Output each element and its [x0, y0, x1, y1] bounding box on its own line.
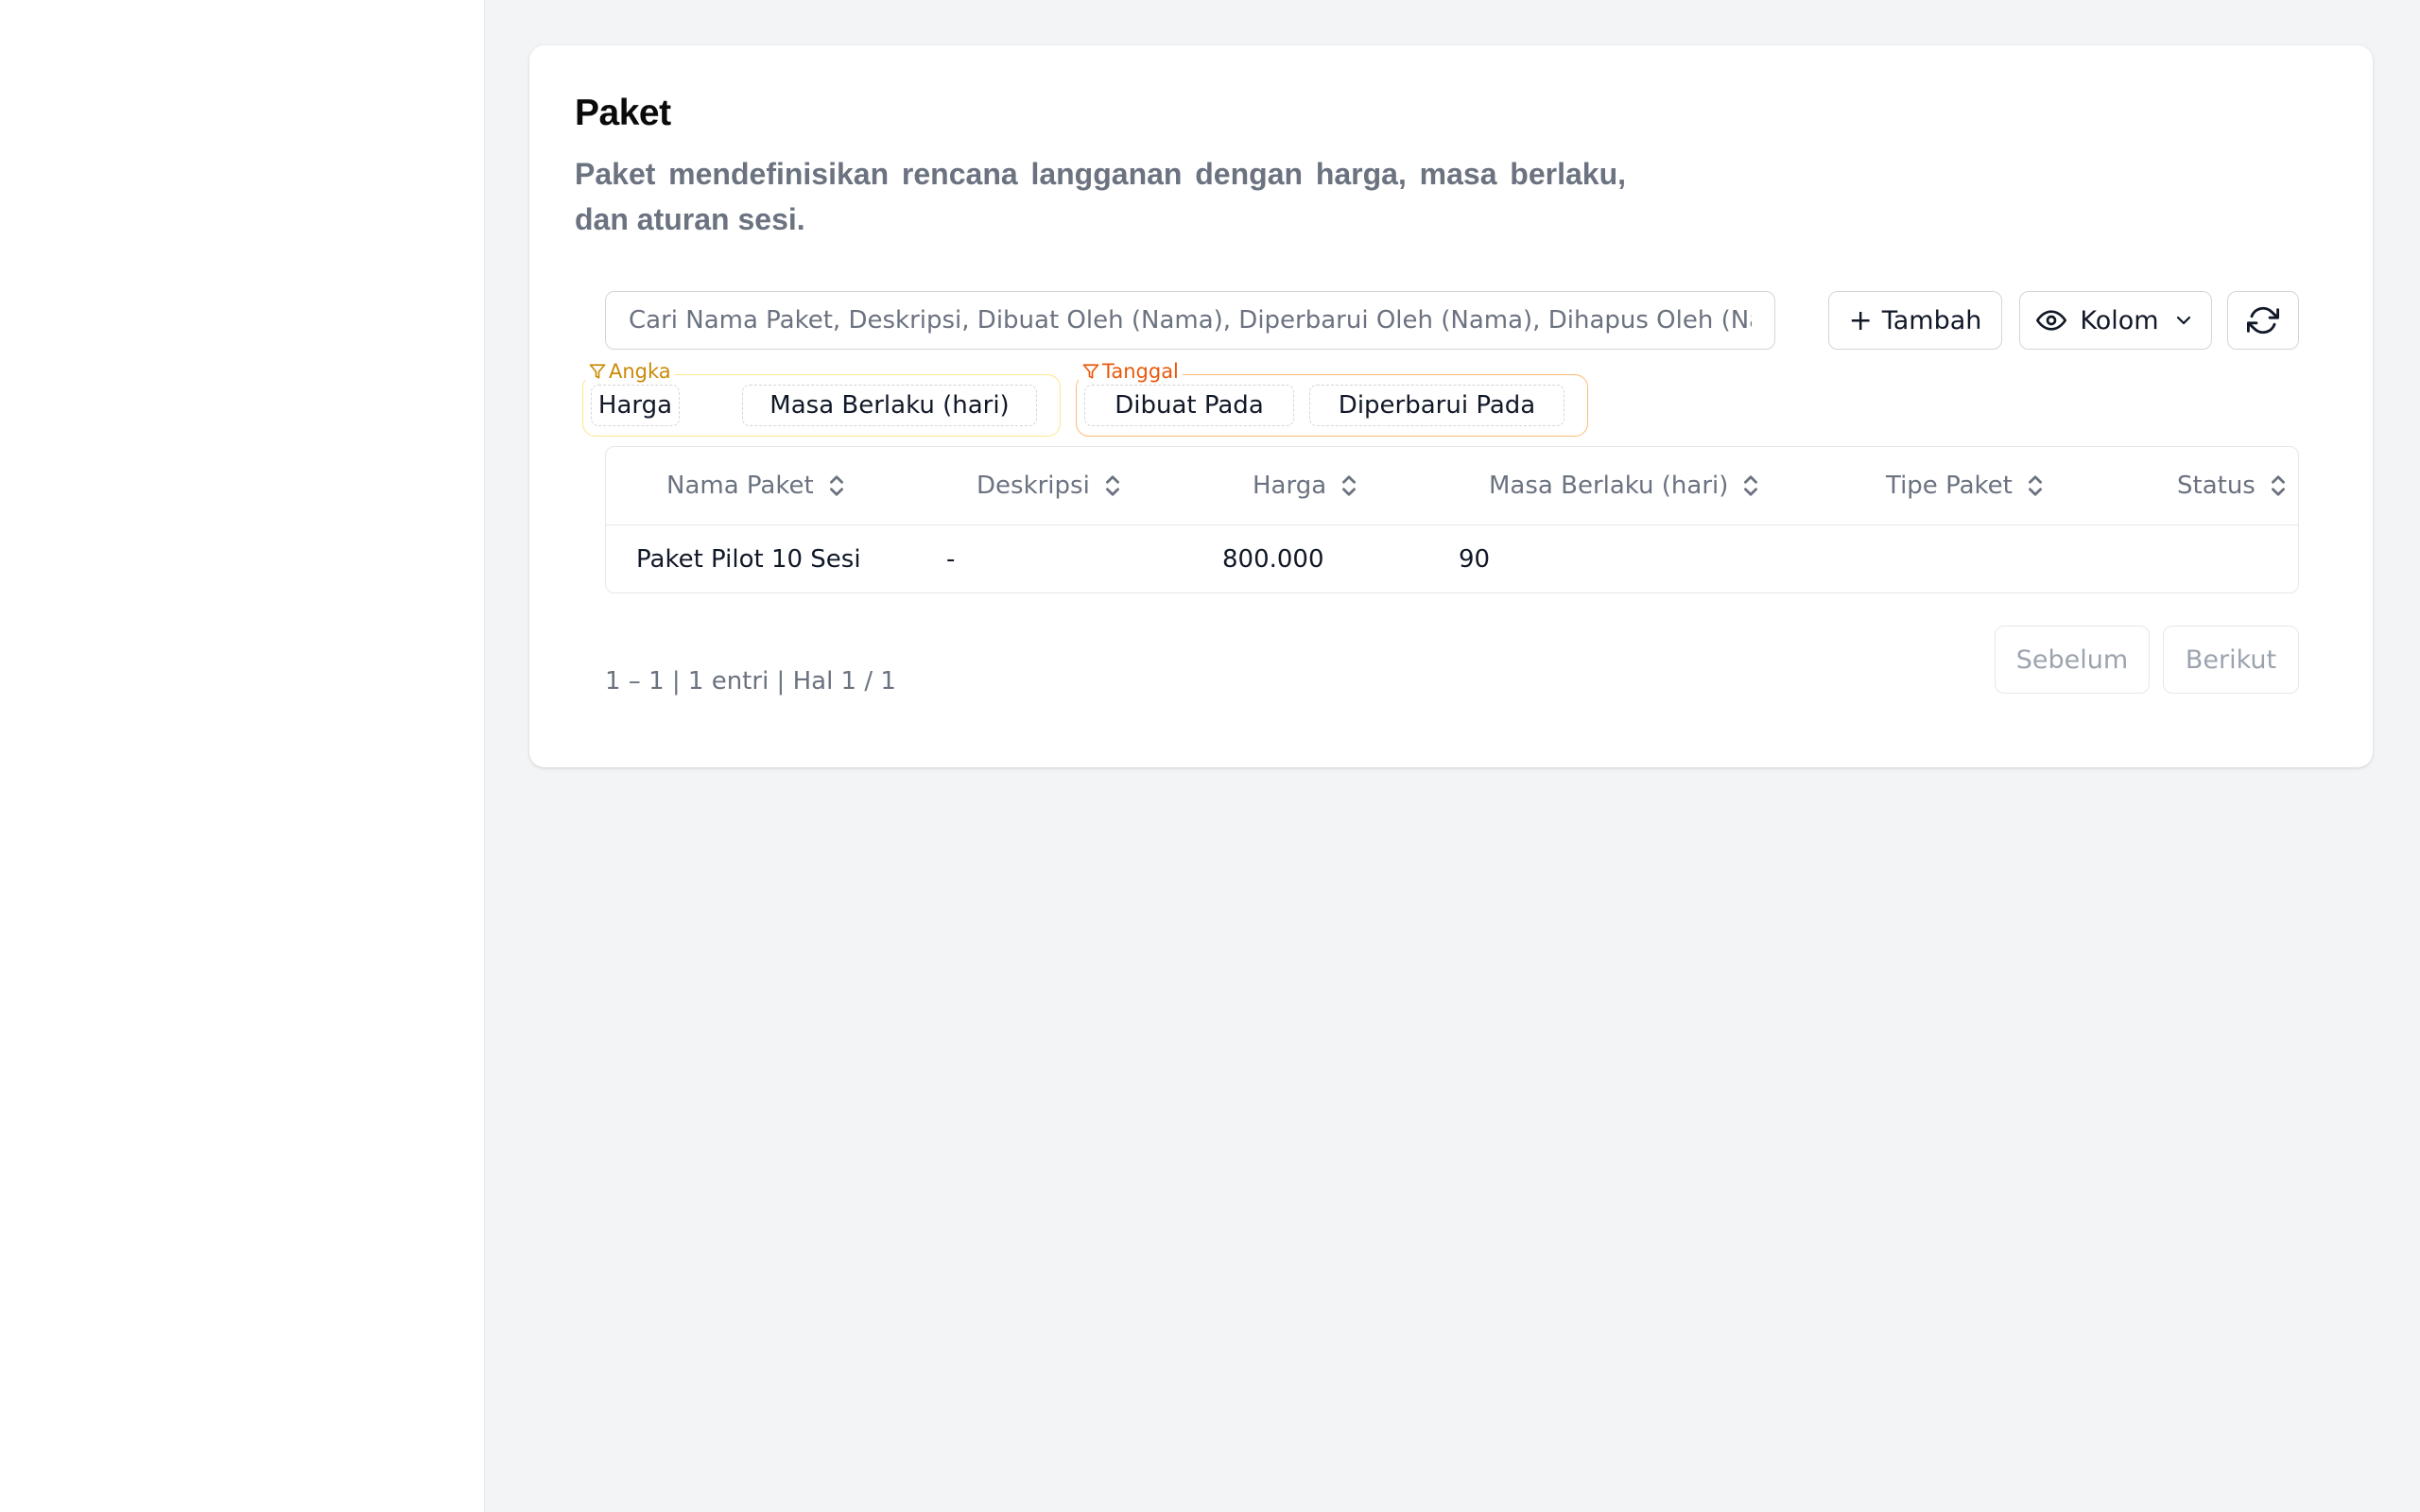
cell-masa-berlaku: 90 [1459, 545, 1491, 574]
number-filter-group: Angka Harga Masa Berlaku (hari) [582, 360, 1061, 437]
sort-icon [1744, 475, 1758, 496]
column-header-nama-paket[interactable]: Nama Paket [666, 447, 846, 524]
filter-chip-masa-berlaku[interactable]: Masa Berlaku (hari) [742, 385, 1037, 426]
content-card: Paket Paket mendefinisikan rencana langg… [529, 45, 2373, 767]
date-filter-label: Tanggal [1079, 360, 1183, 383]
add-button-label: Tambah [1881, 305, 1982, 335]
sidebar [0, 0, 485, 1512]
next-page-button[interactable]: Berikut [2163, 626, 2299, 694]
cell-nama-paket: Paket Pilot 10 Sesi [636, 545, 861, 574]
column-header-status[interactable]: Status [2177, 447, 2288, 524]
refresh-button[interactable] [2227, 291, 2299, 350]
previous-page-button[interactable]: Sebelum [1995, 626, 2150, 694]
chevron-down-icon [2176, 316, 2190, 325]
columns-button[interactable]: Kolom [2019, 291, 2212, 350]
filter-icon [1082, 364, 1099, 379]
plus-icon: + [1848, 303, 1873, 337]
eye-icon [2036, 310, 2067, 331]
sort-icon [1105, 475, 1119, 496]
columns-button-label: Kolom [2080, 305, 2159, 335]
cell-deskripsi: - [946, 545, 956, 574]
sort-icon [2028, 475, 2042, 496]
column-header-harga[interactable]: Harga [1253, 447, 1358, 524]
date-filter-group: Tanggal Dibuat Pada Diperbarui Pada [1076, 360, 1588, 437]
filter-chip-diperbarui-pada[interactable]: Diperbarui Pada [1309, 385, 1564, 426]
filter-icon [589, 364, 606, 379]
page-title: Paket [575, 93, 671, 133]
column-header-masa-berlaku[interactable]: Masa Berlaku (hari) [1489, 447, 1760, 524]
cell-harga: 800.000 [1222, 545, 1324, 574]
column-header-tipe-paket[interactable]: Tipe Paket [1886, 447, 2045, 524]
refresh-icon [2247, 306, 2279, 335]
table-header: Nama Paket Deskripsi Harga Masa Berlaku … [606, 447, 2298, 525]
column-header-deskripsi[interactable]: Deskripsi [977, 447, 1122, 524]
sort-icon [2271, 475, 2285, 496]
sort-icon [1342, 475, 1357, 496]
packages-table: Nama Paket Deskripsi Harga Masa Berlaku … [605, 446, 2299, 593]
pagination-info: 1 – 1 | 1 entri | Hal 1 / 1 [605, 667, 896, 696]
filter-chip-dibuat-pada[interactable]: Dibuat Pada [1084, 385, 1294, 426]
filter-chip-harga[interactable]: Harga [591, 385, 680, 426]
search-input[interactable] [605, 291, 1775, 350]
sort-icon [829, 475, 843, 496]
number-filter-label: Angka [585, 360, 675, 383]
page-description: Paket mendefinisikan rencana langganan d… [575, 157, 1626, 236]
add-button[interactable]: + Tambah [1828, 291, 2002, 350]
